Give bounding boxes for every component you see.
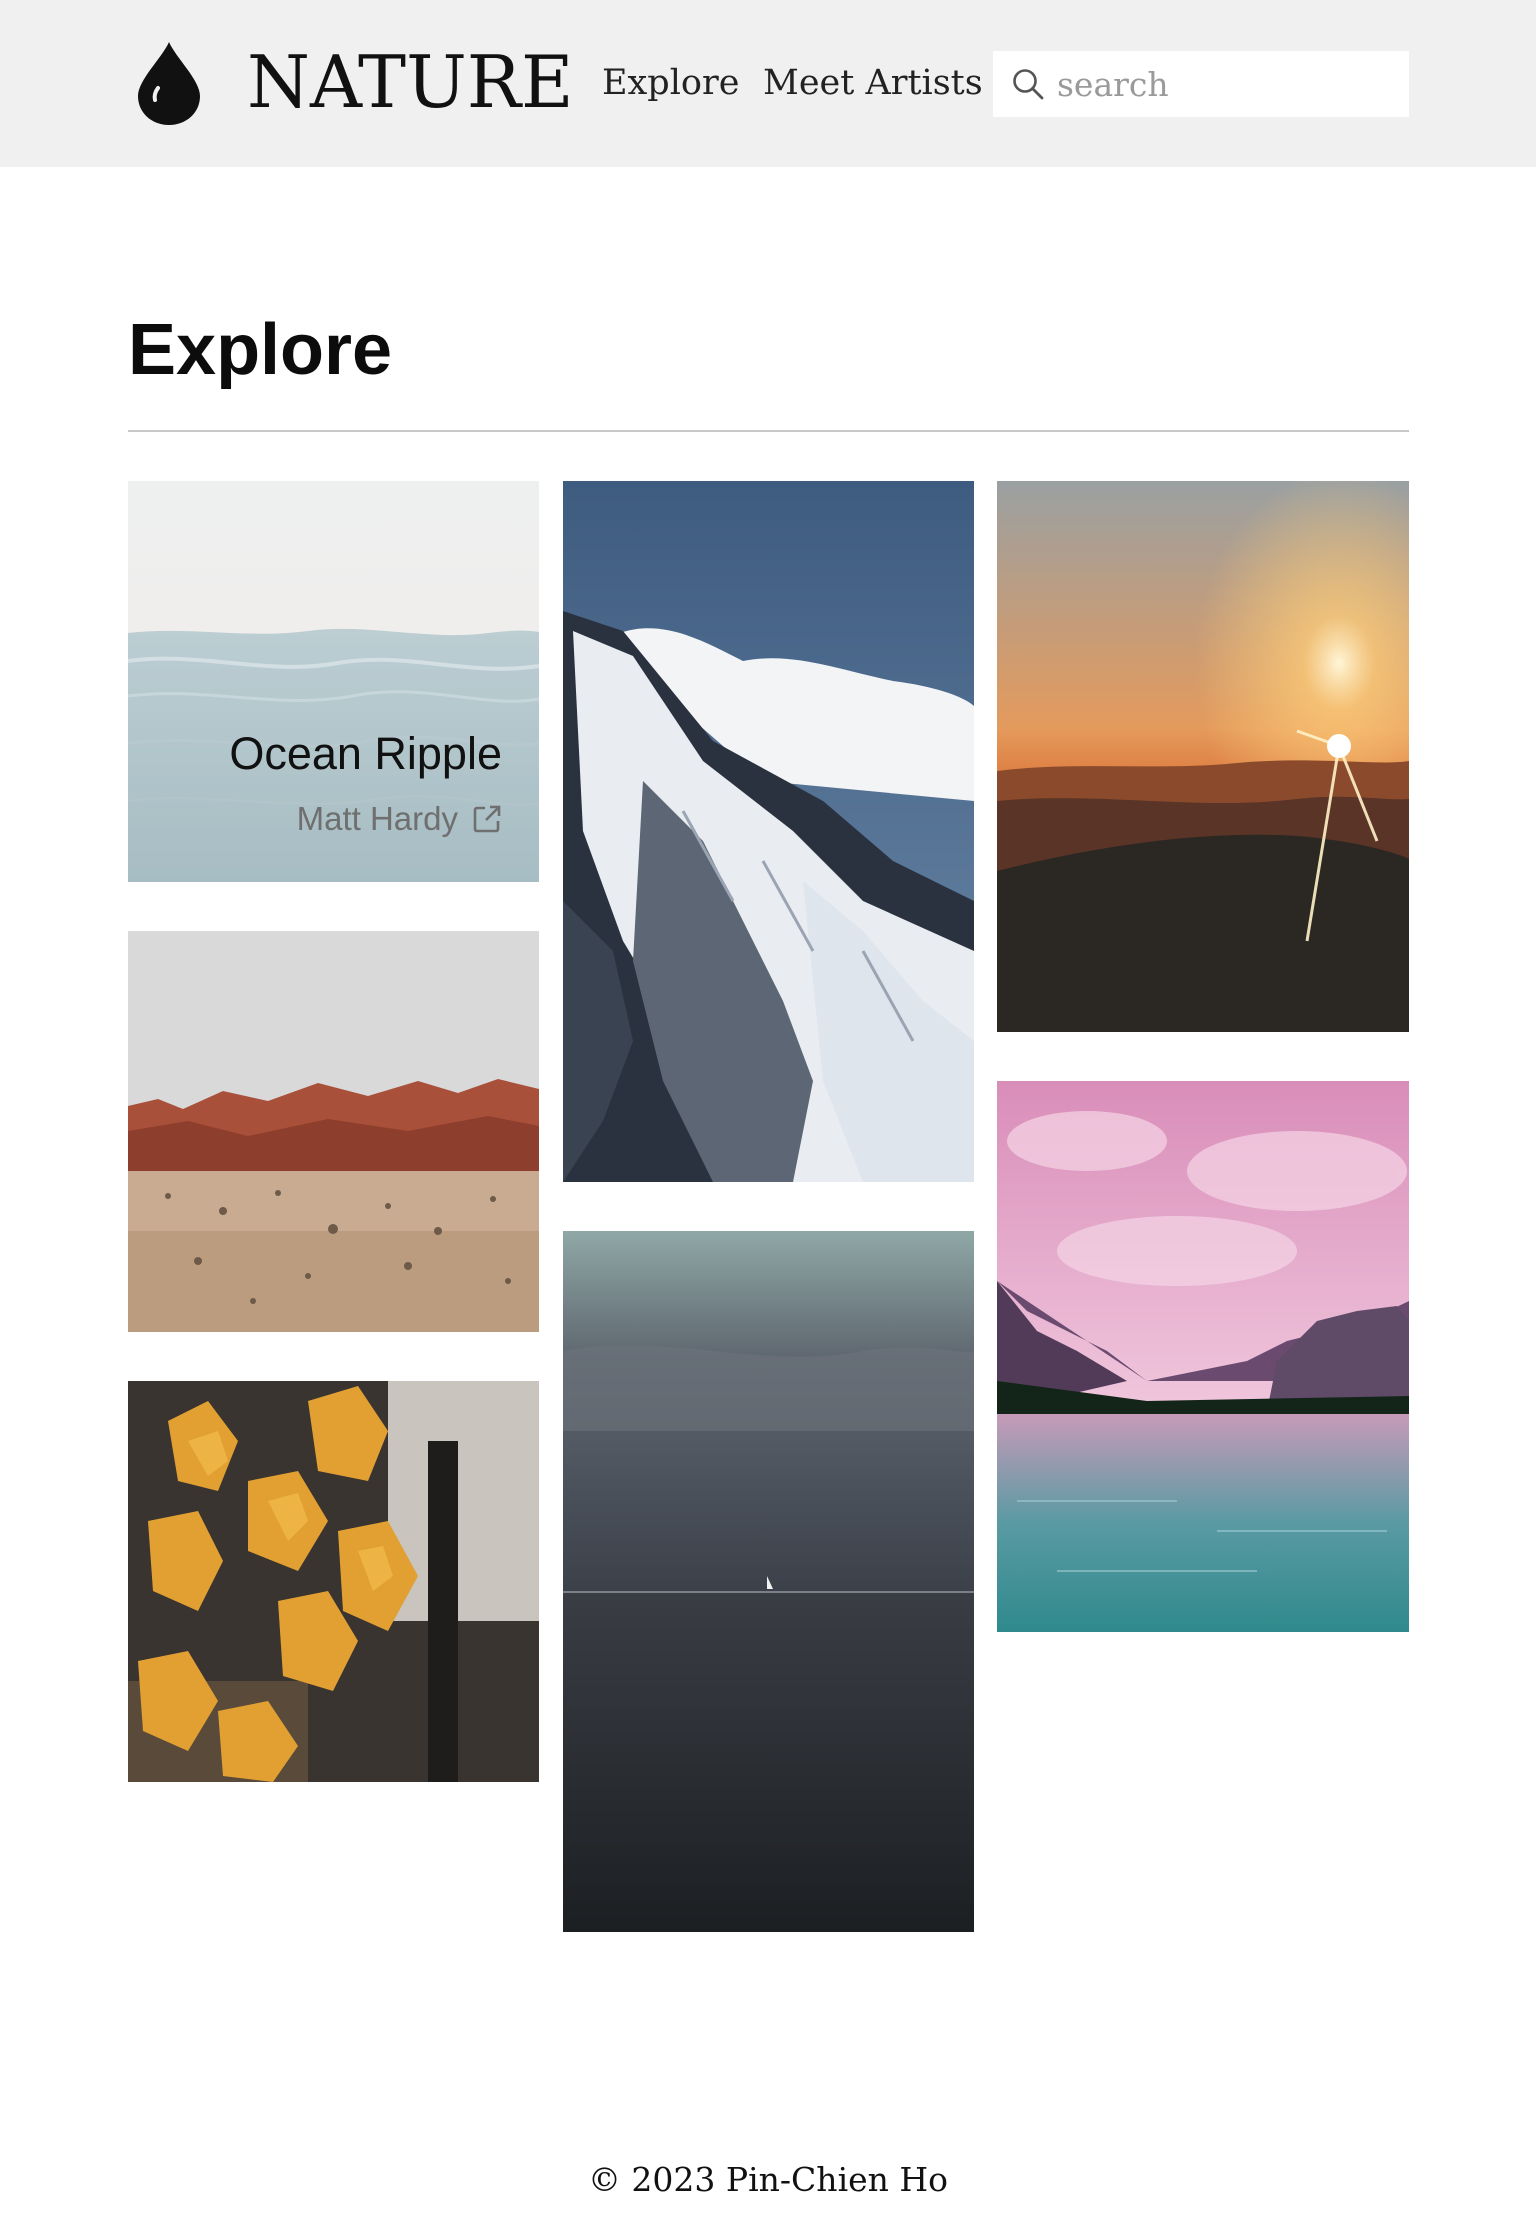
sea-image [563,1231,974,1932]
external-link-icon[interactable] [472,804,502,834]
nav-explore[interactable]: Explore [602,58,739,108]
photo-mountain-lake[interactable] [997,1081,1409,1632]
lake-image [997,1081,1409,1632]
photo-dark-sea[interactable] [563,1231,974,1932]
photo-desert[interactable] [128,931,539,1332]
search-icon [1013,69,1044,100]
page-title: Explore [128,310,393,390]
leaves-image [128,1381,539,1782]
desert-image [128,931,539,1332]
photo-title: Ocean Ripple [229,728,502,779]
title-divider [128,430,1409,432]
photo-snowy-mountain[interactable] [563,481,974,1182]
water-drop-icon[interactable] [136,40,202,126]
photo-artist-link[interactable]: Matt Hardy [297,799,502,839]
brand-name[interactable]: NATURE [247,42,574,122]
sunset-image [997,481,1409,1032]
search-box[interactable] [993,51,1409,117]
photo-artist-name[interactable]: Matt Hardy [297,799,458,839]
nav-meet-artists[interactable]: Meet Artists [763,58,983,108]
site-header: NATURE Explore Meet Artists [0,0,1536,167]
search-input[interactable] [1057,51,1397,117]
photo-ocean-ripple[interactable]: Ocean Ripple Matt Hardy [128,481,539,882]
mountain-image [563,481,974,1182]
footer-copyright: © 2023 Pin-Chien Ho [587,2160,949,2199]
photo-autumn-leaves[interactable] [128,1381,539,1782]
photo-mountain-sunset[interactable] [997,481,1409,1032]
